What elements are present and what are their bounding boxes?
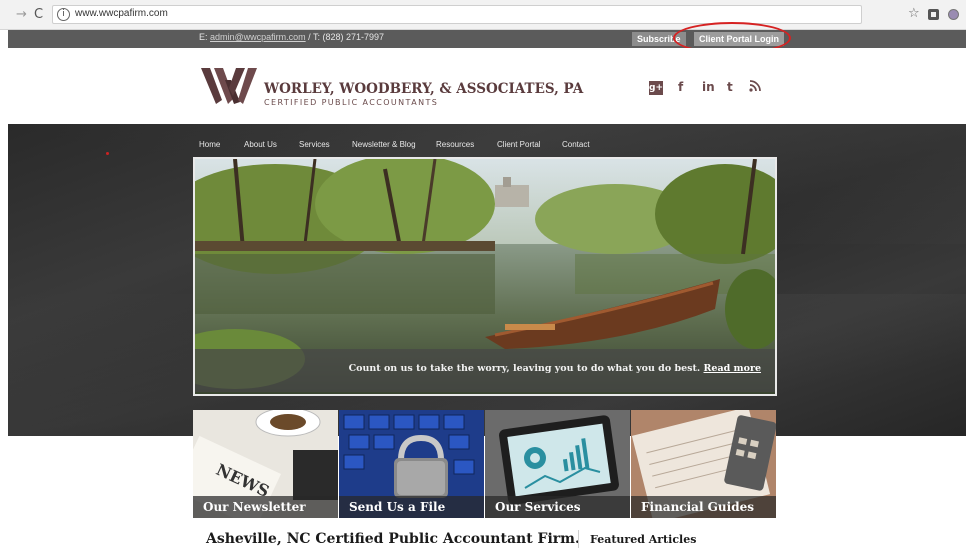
page-heading: Asheville, NC Certified Public Accountan… [206, 531, 580, 547]
nav-item-about-us[interactable]: About Us [244, 140, 277, 149]
hero-slide[interactable]: Count on us to take the worry, leaving y… [193, 157, 777, 396]
star-icon[interactable]: ☆ [908, 6, 920, 21]
info-icon[interactable]: i [57, 8, 70, 21]
facebook-icon[interactable]: f [678, 80, 683, 94]
address-bar[interactable]: i www.wwcpafirm.com [52, 5, 862, 24]
email-link[interactable]: admin@wwcpafirm.com [210, 32, 306, 42]
site-header: WORLEY, WOODBERY, & ASSOCIATES, PA CERTI… [8, 48, 966, 124]
url-text[interactable]: www.wwcpafirm.com [75, 8, 168, 19]
rss-icon[interactable] [749, 80, 761, 92]
tile-our-services[interactable]: Our Services [485, 410, 630, 518]
browser-toolbar: → C i www.wwcpafirm.com ☆ [0, 0, 966, 30]
hero-caption-text: Count on us to take the worry, leaving y… [348, 363, 704, 374]
contact-line: E: admin@wwcpafirm.com / T: (828) 271-79… [199, 32, 384, 42]
tumblr-icon[interactable]: t [727, 80, 733, 94]
linkedin-icon[interactable]: in [702, 80, 715, 94]
tile-financial-guides[interactable]: Financial Guides [631, 410, 776, 518]
nav-item-newsletter-blog[interactable]: Newsletter & Blog [352, 140, 416, 149]
tile-label[interactable]: Financial Guides [631, 496, 776, 518]
google-plus-icon[interactable]: g+ [649, 81, 663, 95]
nav-item-client-portal[interactable]: Client Portal [497, 140, 541, 149]
tile-label[interactable]: Our Services [485, 496, 630, 518]
hero-caption-bar: Count on us to take the worry, leaving y… [195, 349, 775, 392]
nav-item-home[interactable]: Home [199, 140, 220, 149]
firm-subtitle: CERTIFIED PUBLIC ACCOUNTANTS [264, 98, 439, 107]
reload-icon[interactable]: C [34, 7, 43, 22]
hero-caption: Count on us to take the worry, leaving y… [349, 363, 761, 374]
featured-articles-heading: Featured Articles [590, 533, 697, 546]
email-prefix: E: [199, 32, 211, 42]
main-navigation: Home About Us Services Newsletter & Blog… [8, 136, 966, 154]
tile-newsletter[interactable]: NEWS Our Newsletter [193, 410, 338, 518]
firm-logo[interactable] [201, 66, 259, 106]
nav-item-contact[interactable]: Contact [562, 140, 590, 149]
extension-icon[interactable] [928, 9, 939, 20]
nav-item-resources[interactable]: Resources [436, 140, 474, 149]
tile-label[interactable]: Send Us a File [339, 496, 484, 518]
read-more-link[interactable]: Read more [704, 363, 761, 374]
contact-topbar: E: admin@wwcpafirm.com / T: (828) 271-79… [8, 30, 966, 48]
feature-tiles: NEWS Our Newsletter Send Us a File Our S… [193, 410, 777, 518]
column-divider [578, 530, 579, 548]
tile-send-file[interactable]: Send Us a File [339, 410, 484, 518]
profile-icon[interactable] [948, 9, 959, 20]
forward-arrow-icon[interactable]: → [16, 7, 27, 22]
firm-name[interactable]: WORLEY, WOODBERY, & ASSOCIATES, PA [264, 81, 583, 97]
tile-label[interactable]: Our Newsletter [193, 496, 338, 518]
phone-text: / T: (828) 271-7997 [305, 32, 385, 42]
nav-item-services[interactable]: Services [299, 140, 330, 149]
